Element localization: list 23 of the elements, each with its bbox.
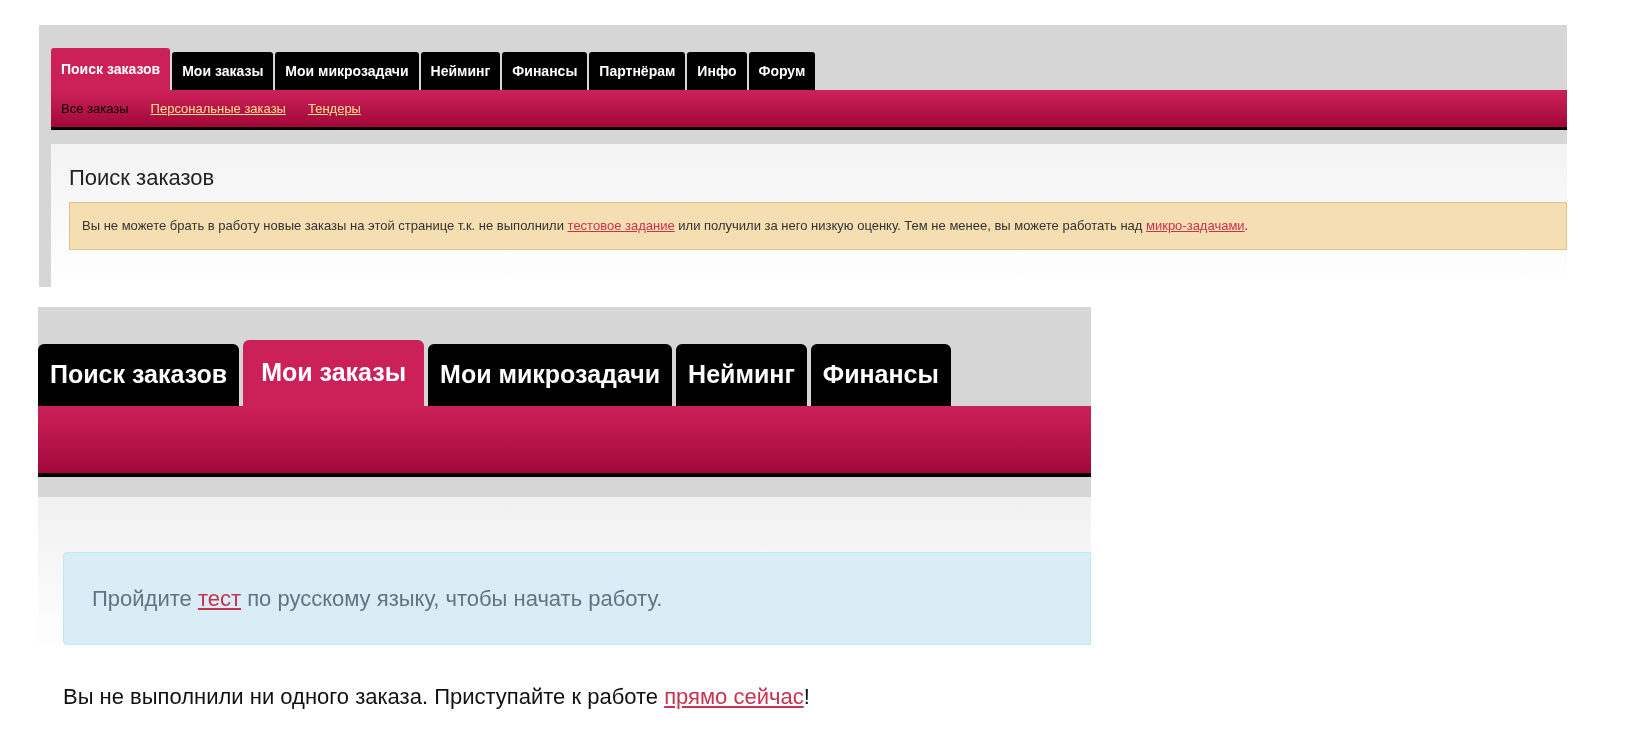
subnav-link[interactable]: Тендеры	[307, 98, 361, 119]
nav-tab[interactable]: Нейминг	[420, 52, 501, 90]
nav-tab[interactable]: Партнёрам	[589, 52, 686, 90]
warning-message: Вы не можете брать в работу новые заказы на этой странице т.к. не выполнили тестовое задание или получили за него низкую оценку. Тем не менее, вы можете работать над микро-задачами.	[69, 202, 1567, 250]
nav-tab[interactable]: Поиск заказов	[51, 48, 171, 90]
page-heading: Поиск заказов	[69, 164, 215, 192]
text-link[interactable]: тестовое задание	[567, 218, 675, 233]
nav-tab[interactable]: Форум	[748, 52, 816, 90]
nav-tab[interactable]: Инфо	[687, 52, 747, 90]
text-link[interactable]: микро-задачами	[1146, 218, 1245, 233]
subnav-link[interactable]: Персональные заказы	[150, 98, 286, 119]
nav-tab[interactable]: Мои заказы	[172, 52, 274, 90]
status-message: Вы не выполнили ни одного заказа. Приступайте к работе прямо сейчас!	[63, 683, 810, 711]
nav-tab[interactable]: Мои микрозадачи	[275, 52, 419, 90]
nav-tab[interactable]: Мои микрозадачи	[428, 344, 673, 406]
text-link[interactable]: тест	[197, 586, 241, 611]
nav-tab[interactable]: Мои заказы	[243, 340, 425, 406]
nav-tab[interactable]: Поиск заказов	[38, 344, 240, 406]
text-link[interactable]: прямо сейчас	[664, 684, 804, 709]
info-message: Пройдите тест по русскому языку, чтобы начать работу.	[63, 552, 1091, 645]
nav-tab[interactable]: Финансы	[502, 52, 588, 90]
nav-tab[interactable]: Нейминг	[676, 344, 807, 406]
nav-tab[interactable]: Финансы	[810, 344, 951, 406]
